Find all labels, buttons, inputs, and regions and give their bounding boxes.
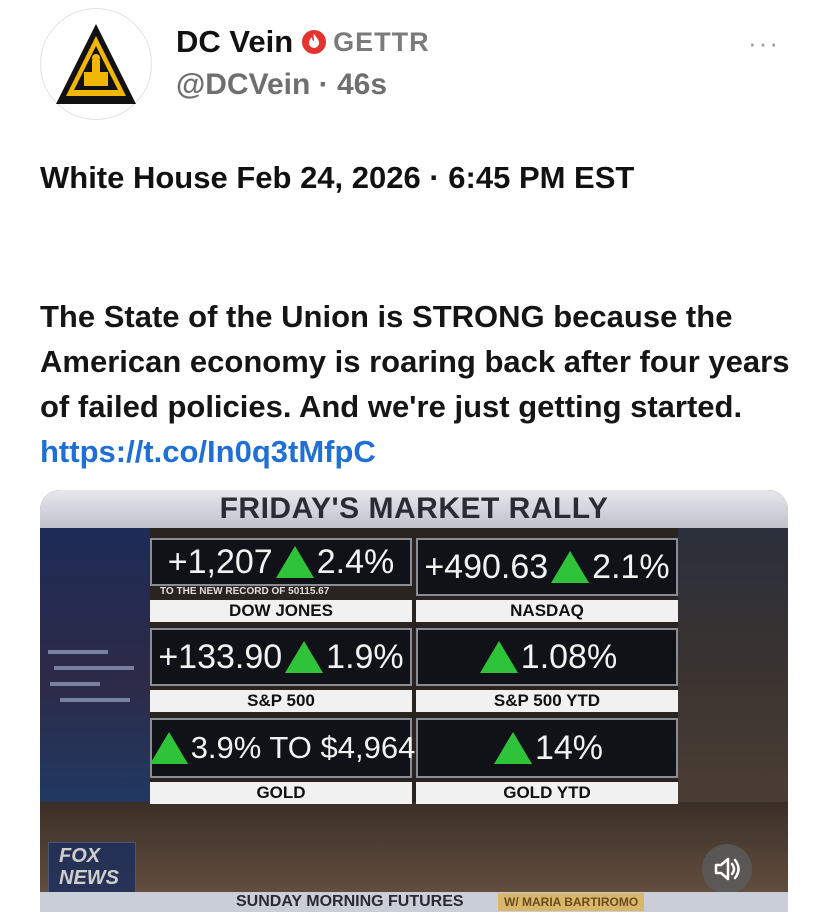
panel-dow-value: +1,207 2.4% [150,538,412,586]
green-up-triangle-icon [551,551,590,583]
screen-stripe [60,698,130,702]
panel-sp500-ytd-label: S&P 500 YTD [416,690,678,712]
screen-stripe [48,650,108,654]
panel-gold-ytd: 14% GOLD YTD [416,718,678,804]
capitol-pyramid-logo-icon [56,24,136,104]
show-ticker: SUNDAY MORNING FUTURES W/ MARIA BARTIROM… [40,892,788,912]
panel-sp500-label: S&P 500 [150,690,412,712]
green-up-triangle-icon [285,641,324,673]
panel-sp500-value: +133.90 1.9% [150,628,412,686]
handle[interactable]: @DCVein [176,68,310,101]
panel-gold-percent: 3.9% TO $4,964 [190,730,416,765]
handle-row: @DCVein · 46s [176,68,387,102]
verified-badge-icon [302,30,327,54]
green-up-triangle-icon [479,641,518,673]
ticker-tag: W/ MARIA BARTIROMO [498,893,645,911]
panel-nasdaq-value: +490.63 2.1% [416,538,678,596]
post-media-video[interactable]: FRIDAY'S MARKET RALLY +1,207 2.4% TO THE… [40,490,788,912]
panel-gold-ytd-percent: 14% [534,728,604,767]
market-banner: FRIDAY'S MARKET RALLY [40,490,788,528]
panel-gold-label: GOLD [150,782,412,804]
banner-title: FRIDAY'S MARKET RALLY [219,492,609,525]
more-options-icon[interactable]: ··· [748,28,780,59]
post-body-text: The State of the Union is STRONG because… [40,299,790,424]
panel-sp500-ytd-percent: 1.08% [520,637,618,676]
panel-sp500-ytd-value: 1.08% [416,628,678,686]
panel-nasdaq-label: NASDAQ [416,600,678,622]
panel-sp500-points: +133.90 [158,637,283,676]
panel-sp500-percent: 1.9% [326,637,404,676]
screen-stripe [54,666,134,670]
green-up-triangle-icon [149,732,188,764]
network-logo-text: FOX NEWS [59,845,119,889]
author-name-row: DC Vein GETTR [176,22,430,62]
avatar[interactable] [40,8,152,120]
panel-dow-label: DOW JONES [150,600,412,622]
panel-nasdaq: +490.63 2.1% NASDAQ [416,538,678,622]
panel-dow-points: +1,207 [167,542,273,581]
panel-nasdaq-percent: 2.1% [592,547,670,586]
ticker-text: SUNDAY MORNING FUTURES [236,893,464,910]
display-name[interactable]: DC Vein [176,24,293,60]
green-up-triangle-icon [275,546,314,578]
platform-label: GETTR [333,26,430,57]
panel-gold-value: 3.9% TO $4,964 [149,718,415,778]
green-up-triangle-icon [493,732,532,764]
panel-dow-percent: 2.4% [316,542,395,581]
post-subheading: White House Feb 24, 2026 · 6:45 PM EST [40,160,635,195]
mute-toggle-button[interactable] [702,844,752,894]
panel-sp500-ytd: 1.08% S&P 500 YTD [416,628,678,712]
panel-dow-note: TO THE NEW RECORD OF 50115.67 [160,586,330,597]
panel-gold: 3.9% TO $4,964 GOLD [149,718,415,804]
separator-dot: · [318,68,329,101]
post-time[interactable]: 46s [337,68,387,101]
panel-gold-ytd-label: GOLD YTD [416,782,678,804]
panel-gold-ytd-value: 14% [416,718,678,778]
panel-nasdaq-points: +490.63 [424,547,549,586]
panel-dow: +1,207 2.4% TO THE NEW RECORD OF 50115.6… [150,538,412,622]
screen-stripe [50,682,100,686]
post-link[interactable]: https://t.co/In0q3tMfpC [40,434,376,469]
speaker-icon [714,857,740,881]
panel-sp500: +133.90 1.9% S&P 500 [150,628,412,712]
post-body: The State of the Union is STRONG because… [40,294,800,474]
